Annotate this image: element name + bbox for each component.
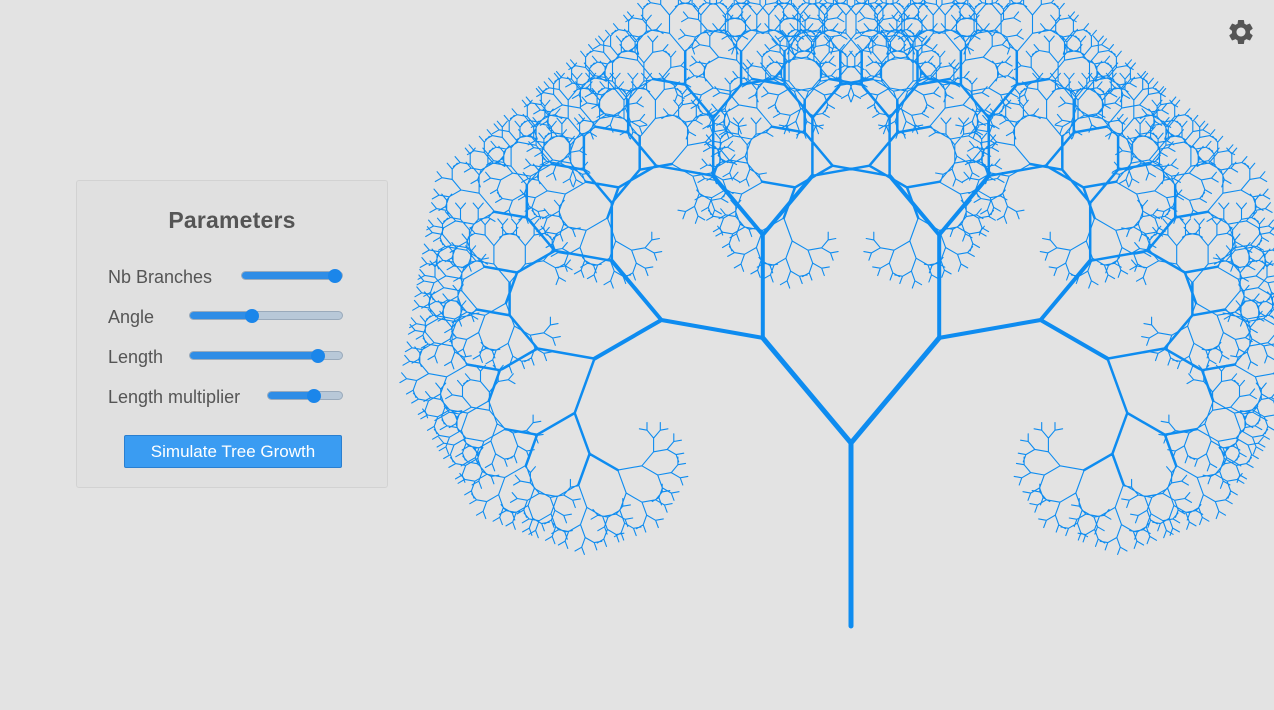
param-angle: Angle [108, 305, 343, 329]
app-root: Parameters Nb Branches Angle Length Leng… [0, 0, 1274, 710]
param-label: Length [108, 347, 164, 367]
slider-fill [190, 312, 253, 319]
slider-thumb[interactable] [328, 268, 342, 283]
param-nb-branches: Nb Branches [108, 265, 343, 289]
slider-thumb[interactable] [307, 388, 321, 403]
slider-fill [190, 352, 319, 359]
settings-button[interactable] [1226, 17, 1256, 47]
panel-title: Parameters [168, 207, 296, 233]
parameters-panel: Parameters Nb Branches Angle Length Leng… [76, 180, 388, 488]
param-length-multiplier: Length multiplier [108, 385, 343, 409]
param-label: Nb Branches [108, 267, 213, 287]
slider-thumb[interactable] [311, 348, 326, 363]
length-slider[interactable] [189, 348, 343, 363]
simulate-tree-growth-button[interactable]: Simulate Tree Growth [124, 435, 342, 468]
angle-slider[interactable] [189, 308, 343, 323]
nb-branches-slider[interactable] [241, 268, 343, 283]
slider-thumb[interactable] [245, 308, 260, 323]
tree-trunk [760, 335, 942, 629]
param-label: Length multiplier [108, 387, 241, 407]
tree-twigs [399, 0, 1274, 555]
tree-branches [466, 50, 1236, 486]
length-multiplier-slider[interactable] [267, 388, 343, 403]
tree-main-branches [592, 173, 1110, 361]
param-label: Angle [108, 307, 155, 327]
slider-fill [242, 272, 335, 279]
param-length: Length [108, 345, 343, 369]
gear-icon [1229, 19, 1253, 44]
